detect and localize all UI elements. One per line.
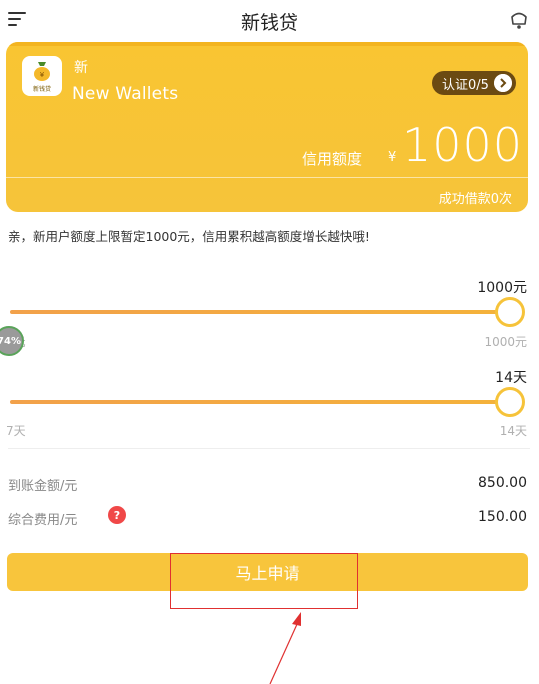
amount-value: 1000元 [477, 280, 527, 296]
logo-text: 新钱贷 [32, 86, 51, 93]
brand-name-en: New Wallets [72, 84, 179, 104]
credit-limit-amount: 1000 [402, 118, 524, 172]
days-value: 14天 [495, 370, 527, 386]
card-top-strip [6, 42, 528, 46]
divider [8, 448, 530, 449]
days-max-label: 14天 [499, 424, 527, 438]
amount-max-label: 1000元 [484, 335, 527, 349]
annotation-highlight-box [170, 553, 358, 609]
page-title: 新钱贷 [240, 12, 298, 34]
days-slider-track[interactable] [10, 400, 510, 404]
currency-symbol: ¥ [388, 150, 397, 165]
successful-loans-count: 成功借款0次 [438, 192, 512, 207]
days-min-label: 7天 [6, 424, 26, 438]
card-divider [6, 177, 528, 178]
received-amount-value: 850.00 [478, 475, 527, 491]
svg-text:¥: ¥ [40, 71, 45, 79]
help-icon[interactable]: ? [108, 506, 126, 524]
app-logo: ¥ 新钱贷 [22, 56, 62, 96]
credit-card: ¥ 新钱贷 新 New Wallets 认证0/5 信用额度 ¥ 1000 成功… [6, 42, 528, 212]
amount-slider-thumb[interactable] [495, 297, 525, 327]
credit-limit-label: 信用额度 [302, 150, 363, 168]
chevron-right-icon [494, 74, 512, 92]
limit-notice: 亲，新用户额度上限暂定1000元，信用累积越高额度增长越快哦! [8, 229, 370, 244]
top-bar: 新钱贷 [0, 0, 539, 40]
verify-button[interactable]: 认证0/5 [432, 71, 516, 95]
amount-slider-track[interactable] [10, 310, 510, 314]
overlay-progress-badge[interactable]: 74% [0, 326, 24, 356]
fee-value: 150.00 [478, 509, 527, 525]
brand-name-cn: 新 [74, 60, 88, 76]
money-bag-icon: ¥ [34, 62, 50, 81]
notification-icon[interactable] [508, 9, 530, 31]
days-slider-thumb[interactable] [495, 387, 525, 417]
fee-label: 综合费用/元 [8, 513, 78, 528]
verify-label: 认证0/5 [442, 77, 489, 93]
received-amount-label: 到账金额/元 [8, 479, 78, 494]
